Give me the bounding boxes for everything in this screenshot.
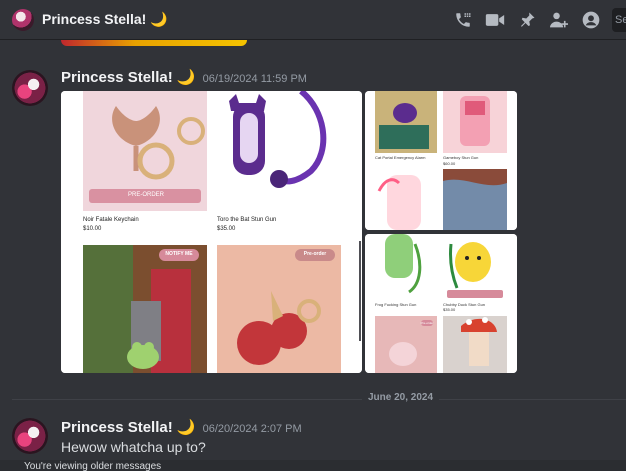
message-content: Hewow whatcha up to?: [61, 439, 206, 455]
product-grid-graphic: [365, 91, 517, 230]
pin-icon[interactable]: [516, 9, 538, 31]
call-icon[interactable]: [452, 9, 474, 31]
product-3-name: Cat Portal Emergency Alarm: [375, 155, 426, 160]
gallery-image-2[interactable]: Cat Portal Emergency Alarm Gameboy Stun …: [365, 91, 517, 230]
avatar[interactable]: [12, 70, 48, 106]
dm-avatar[interactable]: [12, 8, 34, 31]
image-gallery: PRE-ORDER Noir Fatale Keychain $10.00 To…: [61, 91, 517, 373]
message-header: Princess Stella! 🌙 06/20/2024 2:07 PM: [61, 418, 302, 436]
preorder-badge: Pre-order: [420, 321, 434, 325]
search-input[interactable]: Se: [612, 8, 626, 32]
header-toolbar: Se: [452, 0, 626, 40]
timestamp: 06/19/2024 11:59 PM: [202, 73, 307, 85]
product-2-price: $35.00: [217, 226, 236, 232]
product-1-name: Noir Fatale Keychain: [83, 217, 139, 223]
gallery-image-3[interactable]: Frog Fucking Stun Gun Chubby Duck Stun G…: [365, 234, 517, 373]
preorder-badge: Pre-order: [303, 251, 327, 257]
product-1-button[interactable]: PRE-ORDER: [90, 192, 202, 198]
date-divider: [12, 399, 626, 400]
timestamp: 06/20/2024 2:07 PM: [202, 423, 302, 435]
product-grid-graphic: [61, 91, 362, 373]
profile-icon[interactable]: [580, 9, 602, 31]
add-friend-icon[interactable]: [548, 9, 570, 31]
product-2-name: Toro the Bat Stun Gun: [217, 217, 277, 223]
channel-header: Princess Stella! 🌙 Se: [0, 0, 626, 40]
gallery-image-1[interactable]: PRE-ORDER Noir Fatale Keychain $10.00 To…: [61, 91, 362, 373]
video-icon[interactable]: [484, 9, 506, 31]
product-4-price: $60.00: [443, 161, 456, 166]
date-divider-label: June 20, 2024: [362, 392, 440, 403]
previous-attachment[interactable]: [61, 40, 247, 46]
product-4-name: Gameboy Stun Gun: [443, 155, 479, 160]
older-messages-banner[interactable]: You're viewing older messages: [0, 460, 626, 471]
product-1-price: $10.00: [83, 226, 102, 232]
message-header: Princess Stella! 🌙 06/19/2024 11:59 PM: [61, 68, 307, 86]
product-5-name: Frog Fucking Stun Gun: [375, 302, 417, 307]
username[interactable]: Princess Stella! 🌙: [61, 68, 196, 86]
product-6-price: $35.00: [443, 307, 456, 312]
username[interactable]: Princess Stella! 🌙: [61, 418, 196, 436]
avatar[interactable]: [12, 418, 48, 454]
notify-badge: NOTIFY ME: [165, 251, 193, 257]
channel-title: Princess Stella! 🌙: [42, 11, 168, 27]
